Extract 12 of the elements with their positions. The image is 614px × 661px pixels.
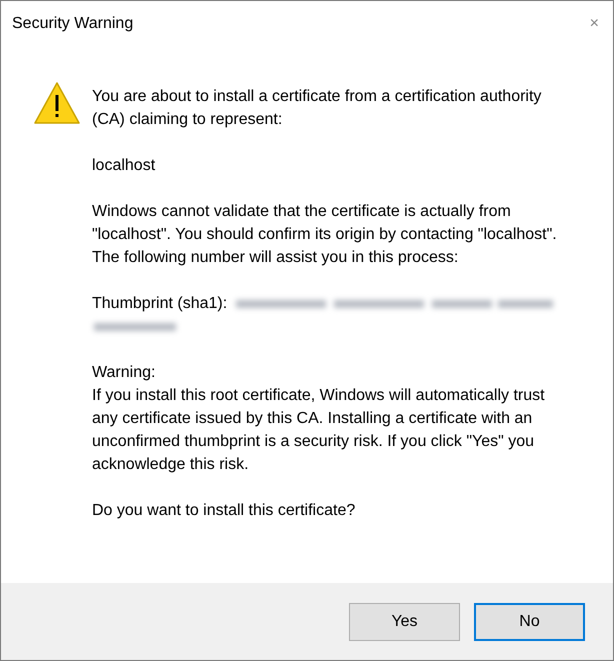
close-icon[interactable]: × bbox=[590, 15, 599, 33]
intro-text: You are about to install a certificate from a certification authority (CA) claiming to represent: bbox=[92, 87, 542, 130]
question-text: Do you want to install this certificate? bbox=[92, 501, 356, 521]
window-title: Security Warning bbox=[12, 15, 134, 33]
certificate-subject: localhost bbox=[92, 156, 156, 176]
no-button[interactable]: No bbox=[474, 602, 585, 640]
thumbprint-label: Thumbprint (sha1): bbox=[92, 295, 228, 312]
warning-icon bbox=[33, 81, 81, 125]
yes-button[interactable]: Yes bbox=[349, 602, 460, 640]
explanation-text: Windows cannot validate that the certificate is actually from "localhost". You should confirm its origin by contacting "localhost". The following number will assist you in this process: bbox=[92, 202, 558, 268]
warning-heading: Warning: bbox=[92, 363, 156, 383]
warning-text: If you install this root certificate, Windows will automatically trust any certificate issued by this CA. Installing a certificate with an unconfirmed thumbprint is a security risk. If you click "Yes" you acknowledge this risk. bbox=[92, 386, 546, 475]
